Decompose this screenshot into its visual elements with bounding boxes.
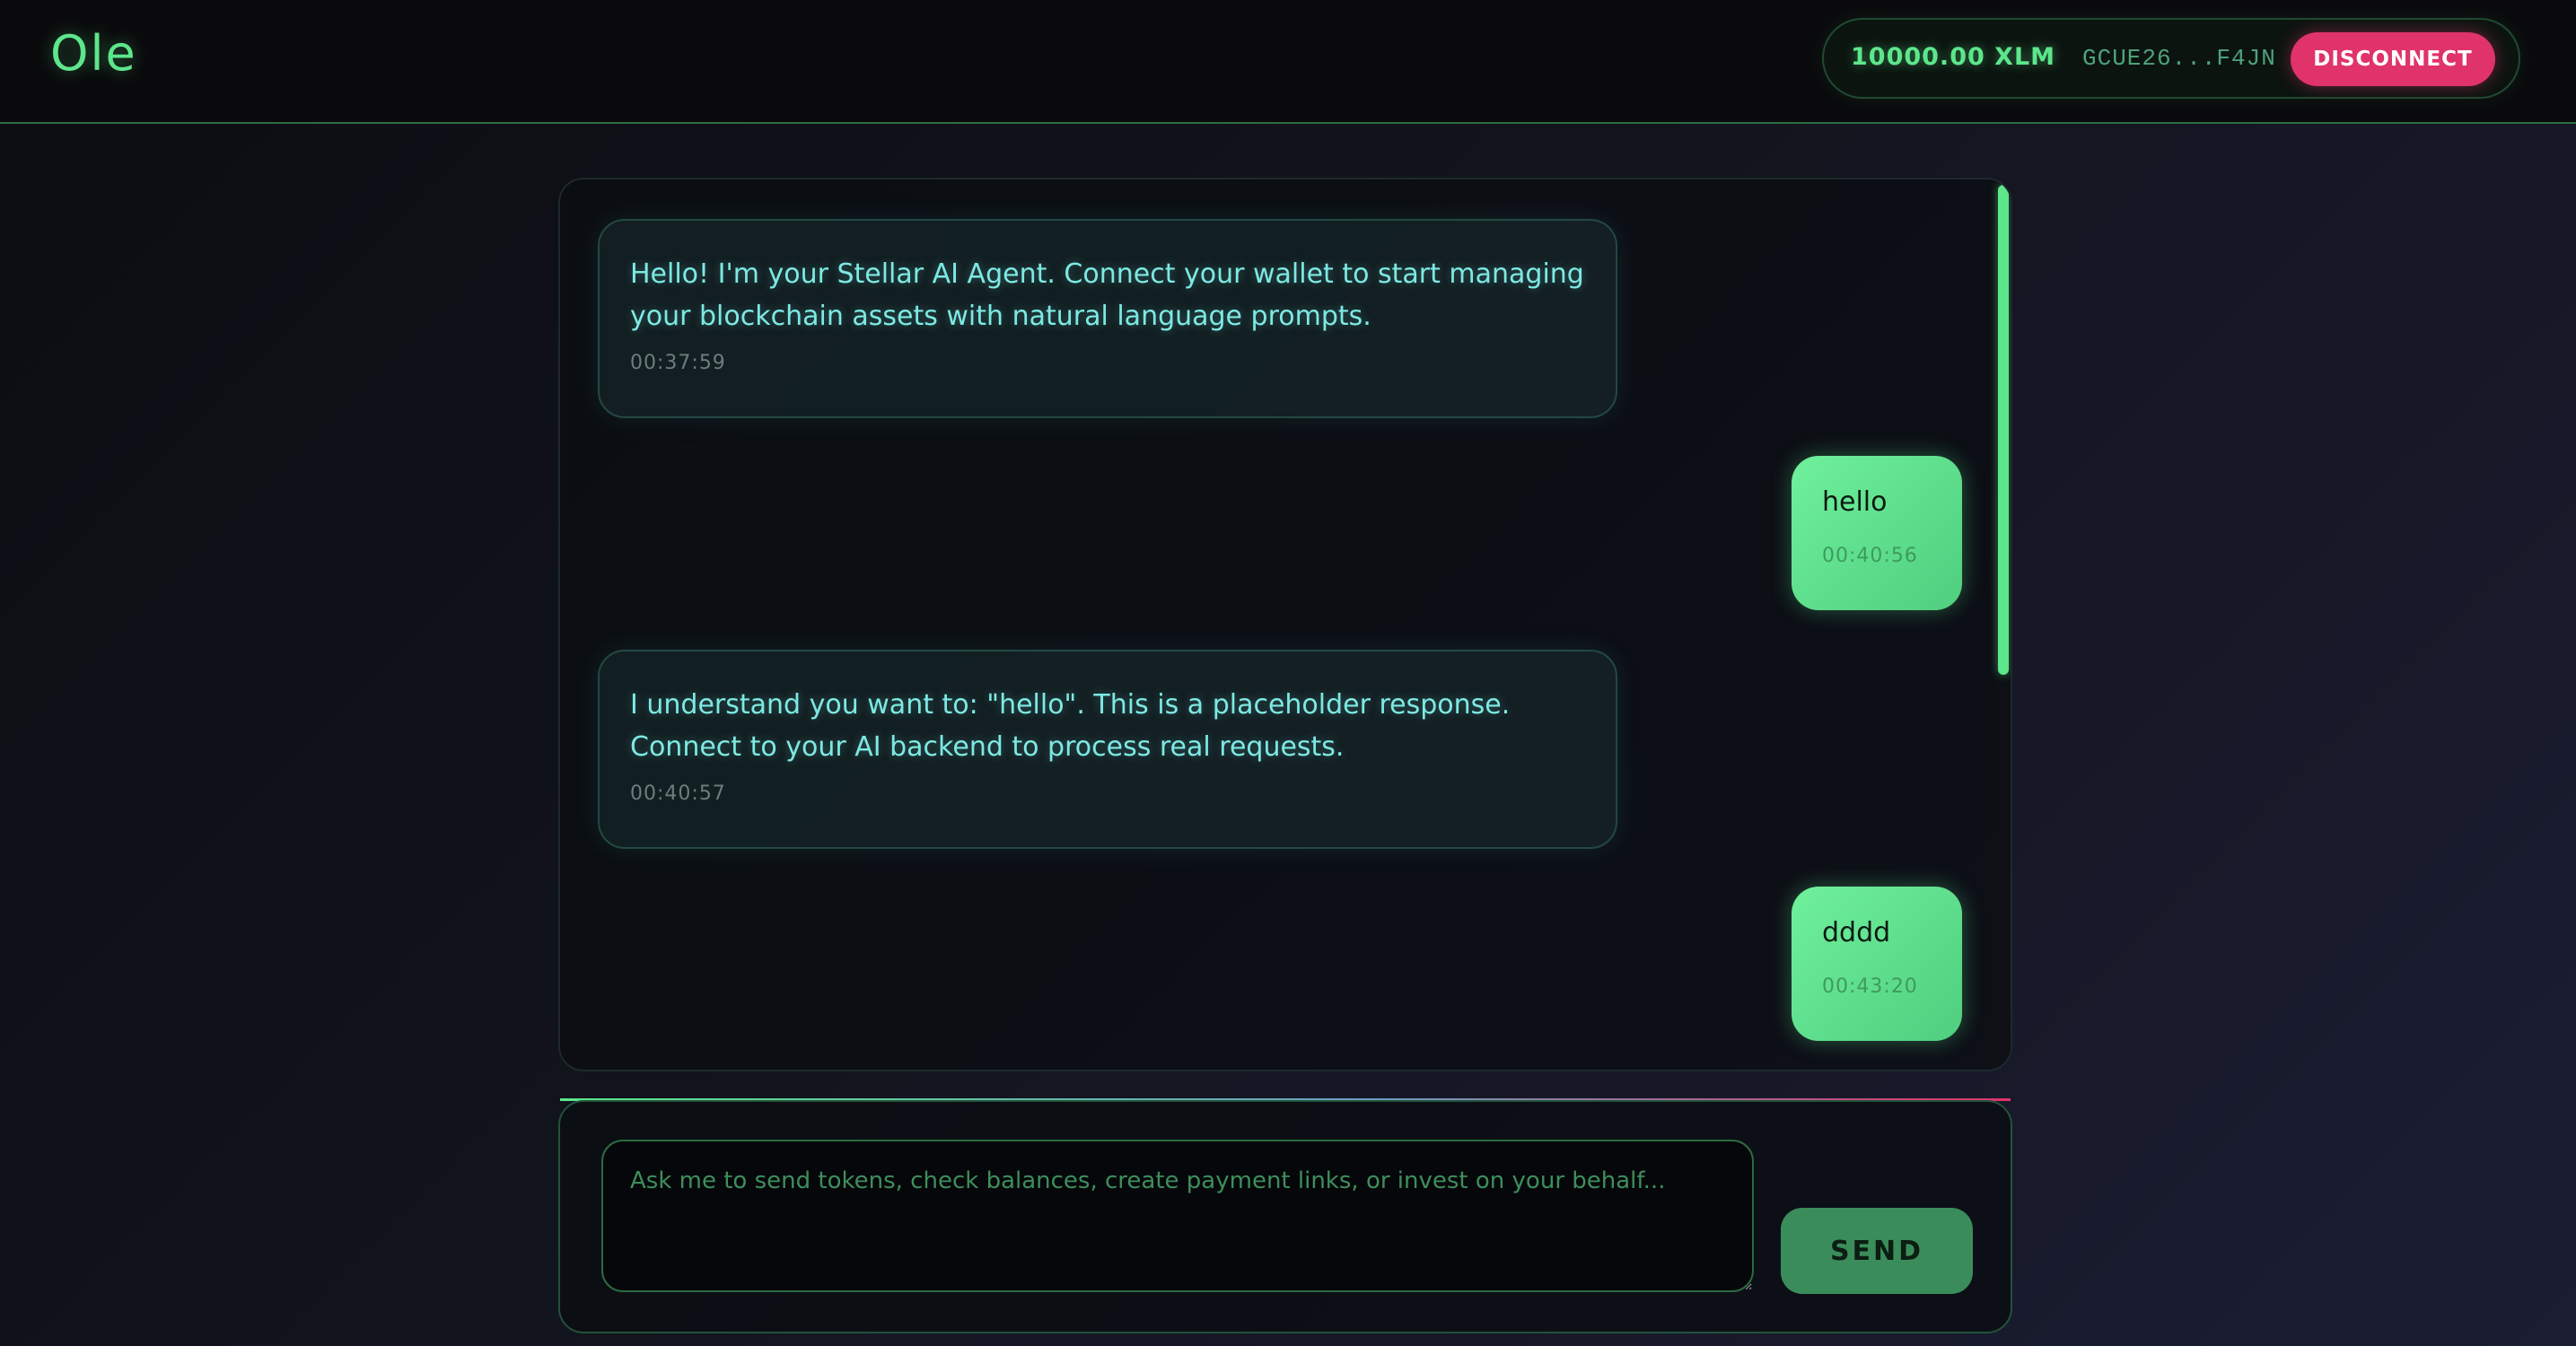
chat-scrollbar[interactable] [1994, 179, 2011, 1070]
disconnect-button[interactable]: DISCONNECT [2291, 32, 2495, 86]
user-message: hello 00:40:56 [1792, 456, 1962, 610]
message-text: hello [1822, 486, 1888, 518]
top-bar: Ole 10000.00 XLM GCUE26...F4JN DISCONNEC… [0, 0, 2576, 124]
app-page: Ole 10000.00 XLM GCUE26...F4JN DISCONNEC… [0, 0, 2576, 1346]
agent-message: Hello! I'm your Stellar AI Agent. Connec… [598, 219, 1617, 418]
message-timestamp: 00:40:56 [1822, 545, 1918, 567]
message-timestamp: 00:37:59 [630, 352, 726, 374]
agent-message: I understand you want to: "hello". This … [598, 650, 1617, 849]
message-timestamp: 00:43:20 [1822, 975, 1918, 998]
chat-messages-panel[interactable]: Hello! I'm your Stellar AI Agent. Connec… [558, 178, 2012, 1071]
prompt-input[interactable] [601, 1140, 1754, 1292]
message-text: I understand you want to: "hello". This … [630, 689, 1511, 763]
send-button[interactable]: SEND [1781, 1208, 1973, 1294]
composer-panel: SEND [558, 1100, 2012, 1333]
message-text: Hello! I'm your Stellar AI Agent. Connec… [630, 258, 1584, 332]
chat-scrollbar-thumb[interactable] [1998, 185, 2009, 675]
message-timestamp: 00:40:57 [630, 782, 726, 805]
wallet-balance: 10000.00 XLM [1851, 43, 2056, 71]
message-text: dddd [1822, 917, 1891, 948]
wallet-status: 10000.00 XLM GCUE26...F4JN DISCONNECT [1822, 18, 2520, 99]
app-logo: Ole [50, 25, 137, 82]
user-message: dddd 00:43:20 [1792, 887, 1962, 1041]
wallet-address: GCUE26...F4JN [2082, 45, 2276, 72]
